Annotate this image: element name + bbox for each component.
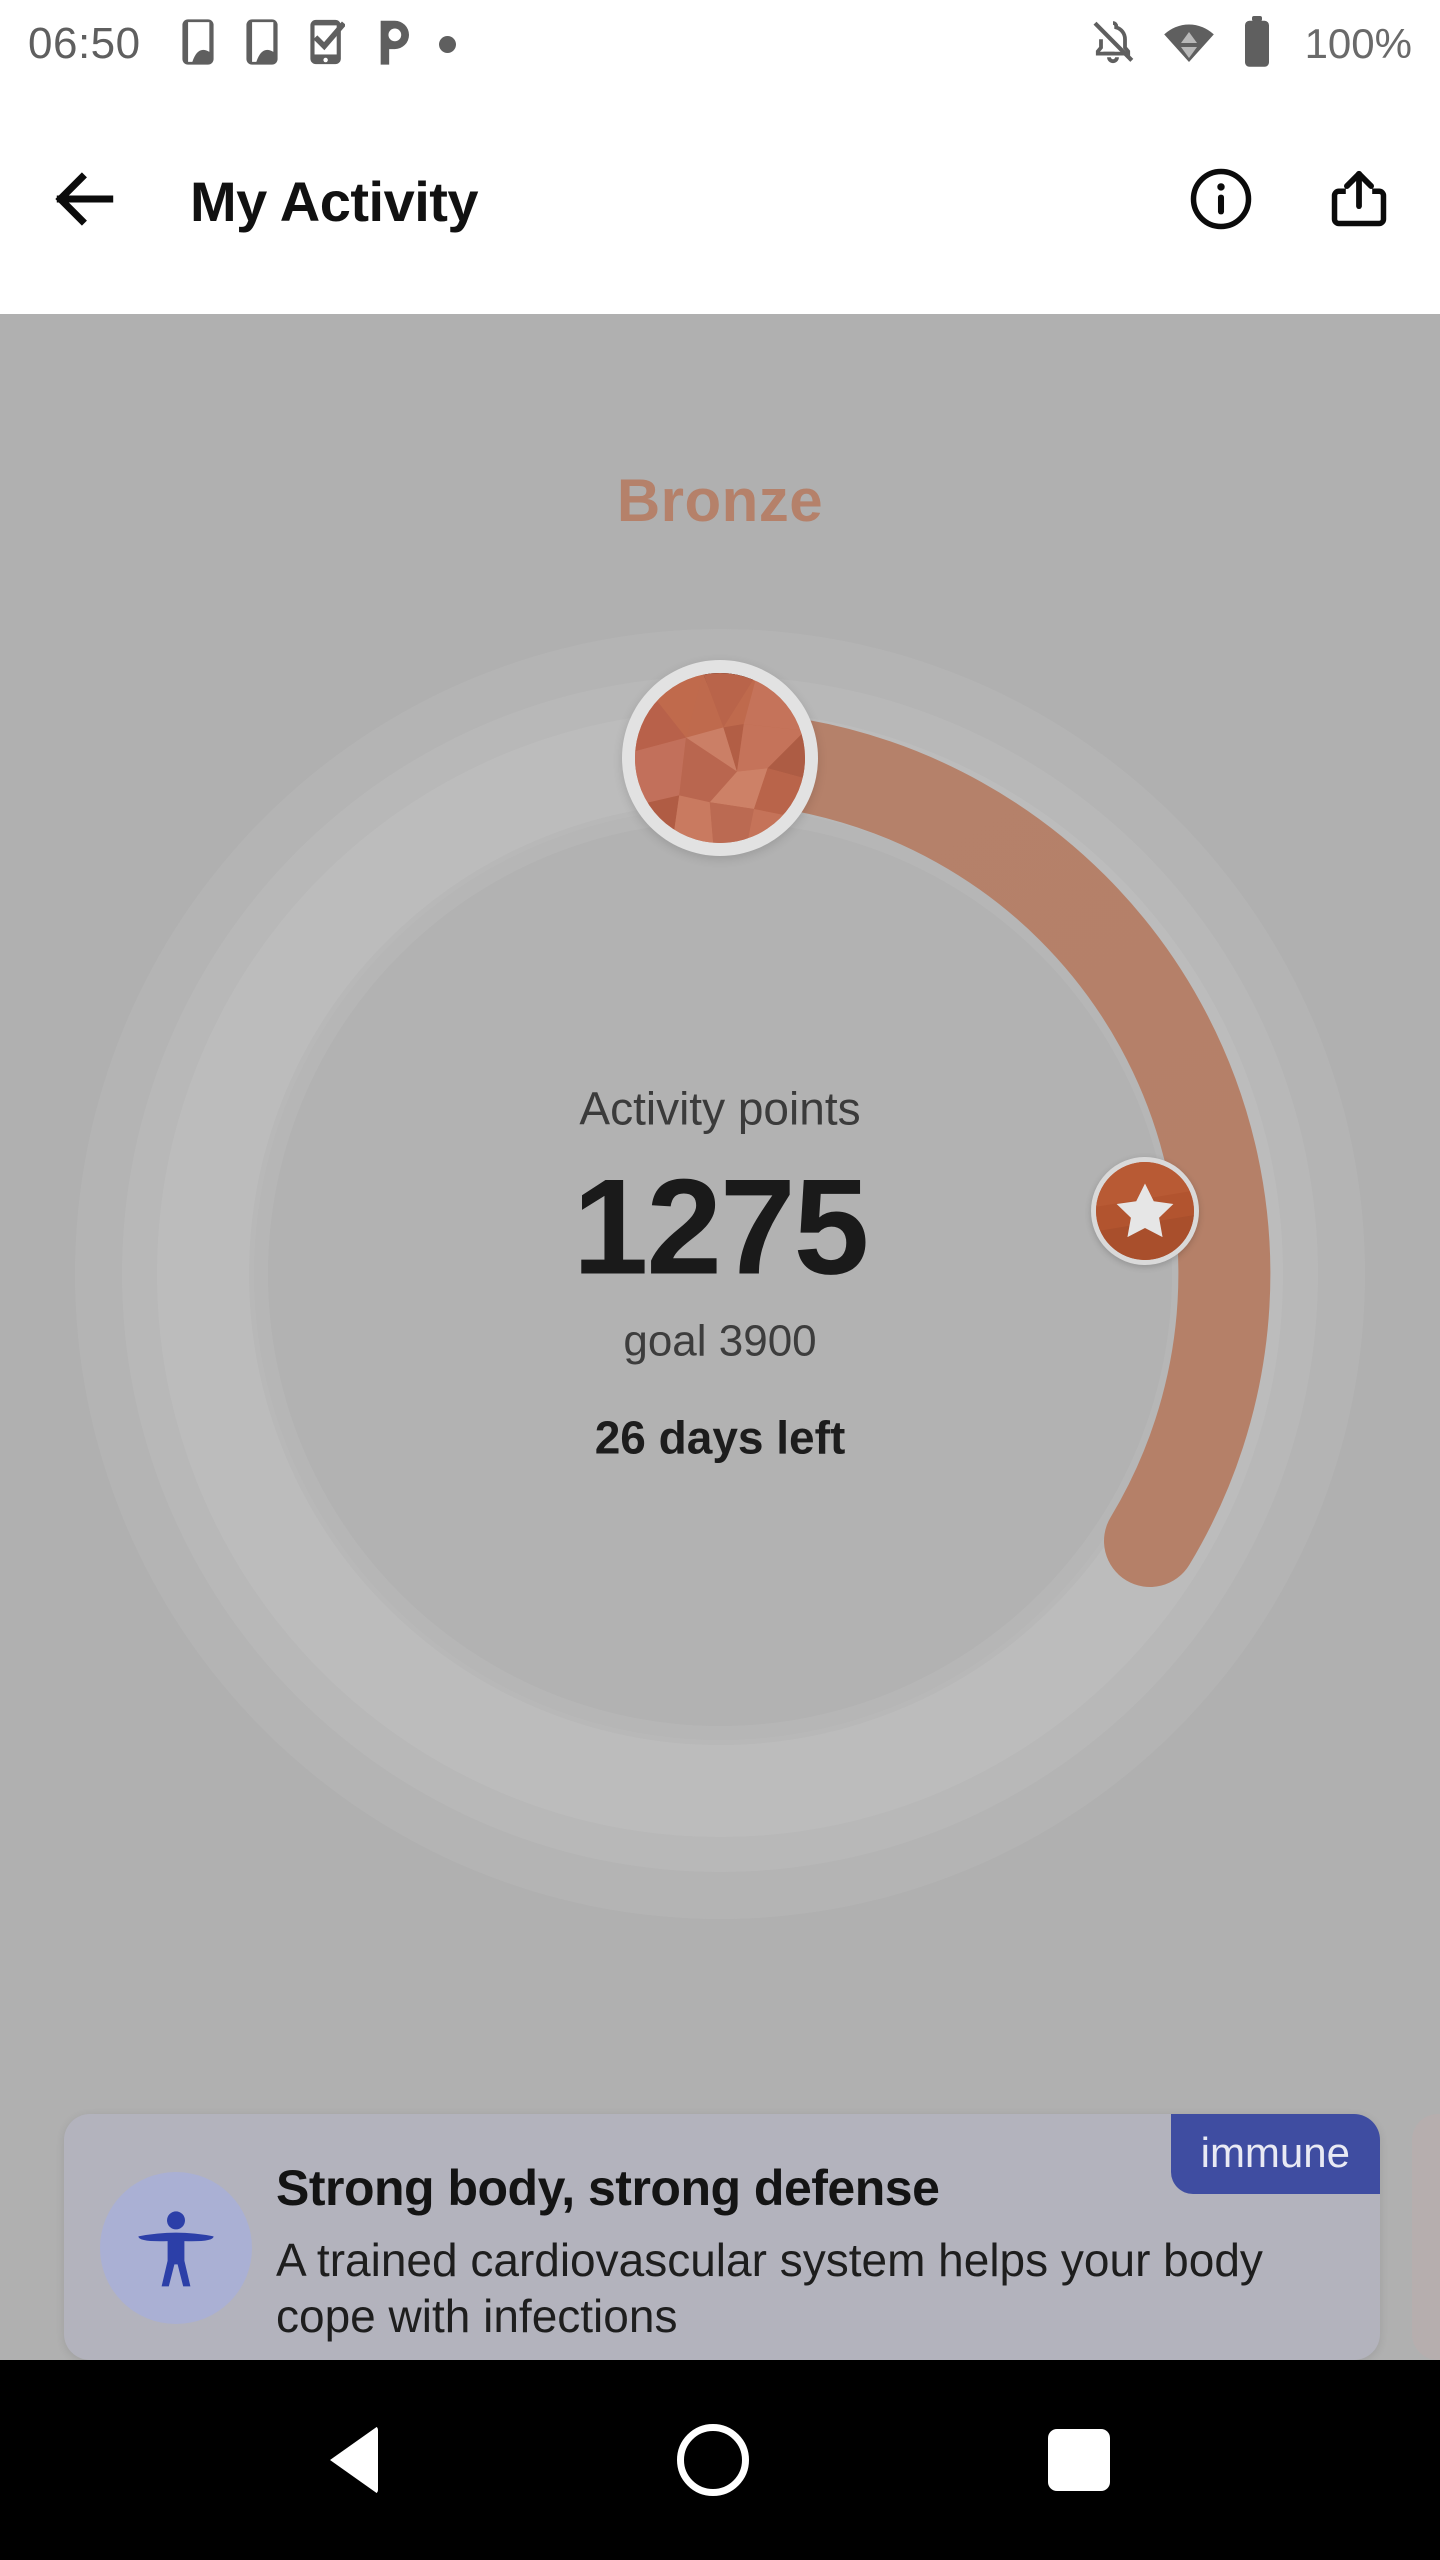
sim-card-icon bbox=[181, 17, 215, 72]
days-left-label: 26 days left bbox=[594, 1411, 846, 1464]
status-bar-notification-icons bbox=[181, 17, 456, 72]
activity-content: Bronze Activity points 1275 goal 3900 26… bbox=[0, 314, 1440, 2360]
phone-check-icon bbox=[309, 17, 346, 72]
activity-goal-label: goal 3900 bbox=[623, 1316, 817, 1366]
nav-home-icon[interactable] bbox=[676, 2424, 749, 2496]
insight-card[interactable]: immune Strong body, strong defense A tra… bbox=[64, 2114, 1380, 2360]
page-title: My Activity bbox=[190, 169, 479, 233]
insight-card-title: Strong body, strong defense bbox=[276, 2160, 940, 2216]
insight-card-body: Strong body, strong defense A trained ca… bbox=[276, 2160, 1350, 2344]
bronze-gem-medal-icon bbox=[635, 673, 805, 843]
system-navigation-bar bbox=[0, 2360, 1440, 2560]
wifi-icon bbox=[1163, 20, 1215, 69]
nav-back-icon[interactable] bbox=[329, 2426, 378, 2494]
accessibility-person-icon bbox=[100, 2172, 252, 2324]
battery-full-icon bbox=[1241, 15, 1273, 73]
insight-card-next-peek[interactable] bbox=[1412, 2114, 1440, 2360]
insight-card-text: A trained cardiovascular system helps yo… bbox=[276, 2234, 1263, 2343]
back-button[interactable] bbox=[48, 162, 122, 241]
sim-card-icon bbox=[245, 17, 279, 72]
nav-recents-icon[interactable] bbox=[1048, 2429, 1111, 2491]
ring-center-stats: Activity points 1275 goal 3900 26 days l… bbox=[340, 1082, 1100, 1465]
insight-card-carousel: immune Strong body, strong defense A tra… bbox=[0, 2114, 1440, 2360]
app-screen: 06:50 100% My Activity Bronze Activity p… bbox=[0, 0, 1440, 2560]
activity-points-label: Activity points bbox=[579, 1082, 861, 1135]
share-icon[interactable] bbox=[1326, 166, 1392, 237]
app-bar: My Activity bbox=[0, 88, 1440, 314]
info-circle-icon[interactable] bbox=[1188, 166, 1254, 237]
tier-label: Bronze bbox=[616, 467, 824, 534]
notifications-off-icon bbox=[1089, 18, 1137, 71]
battery-percent-label: 100% bbox=[1304, 20, 1412, 67]
activity-progress-ring: Activity points 1275 goal 3900 26 days l… bbox=[70, 624, 1370, 1924]
status-bar: 06:50 100% bbox=[0, 0, 1440, 88]
activity-points-value: 1275 bbox=[572, 1150, 870, 1303]
dot-icon bbox=[438, 35, 456, 53]
p-parking-icon bbox=[375, 17, 409, 72]
bronze-medal-badge[interactable] bbox=[622, 660, 818, 856]
status-bar-clock: 06:50 bbox=[28, 19, 141, 68]
star-badge-icon[interactable] bbox=[1091, 1157, 1199, 1265]
app-bar-actions bbox=[1188, 166, 1392, 237]
status-bar-system-icons: 100% bbox=[1089, 15, 1412, 73]
